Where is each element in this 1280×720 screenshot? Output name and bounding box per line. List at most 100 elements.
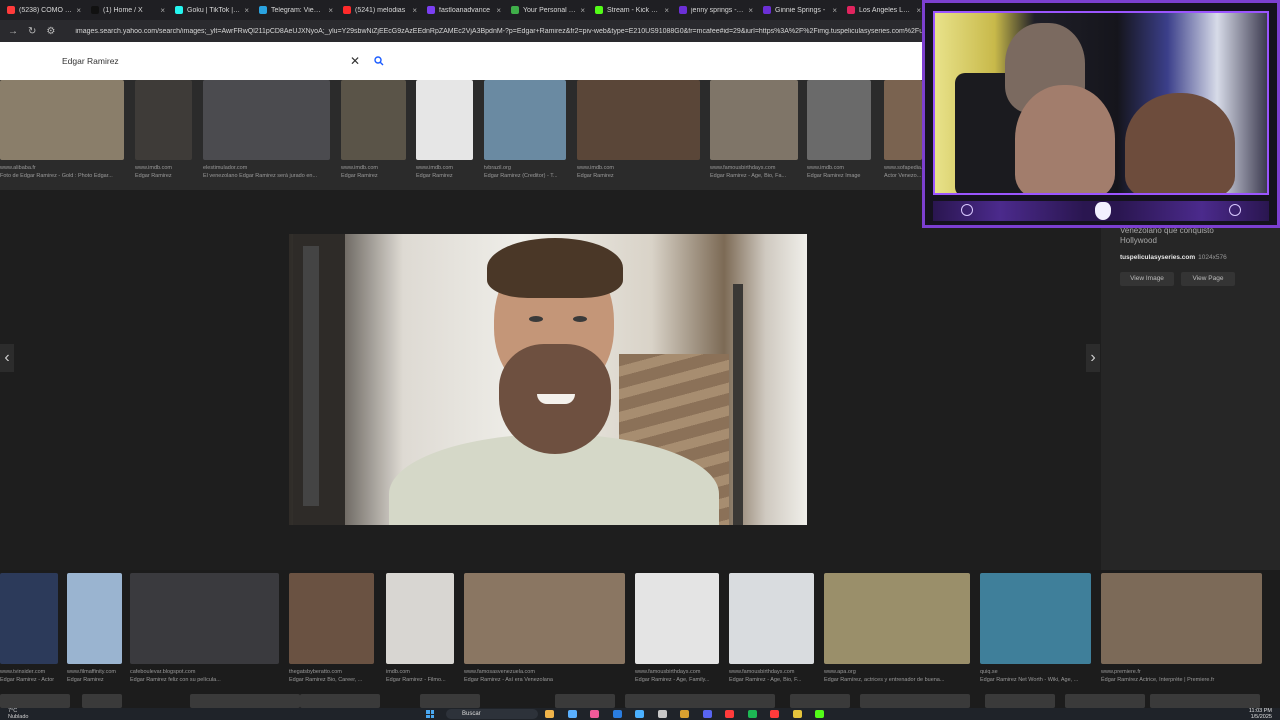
more-image-thumbnail[interactable] <box>190 694 300 708</box>
related-image-thumbnail[interactable] <box>729 573 814 664</box>
more-image-thumbnail[interactable] <box>985 694 1055 708</box>
more-image-thumbnail[interactable] <box>1150 694 1260 708</box>
browser-tab[interactable]: Telegram: View @ × <box>254 1 338 19</box>
related-image-thumbnail[interactable] <box>289 573 374 664</box>
close-tab-icon[interactable]: × <box>916 6 921 15</box>
next-image-button[interactable]: › <box>1086 344 1100 372</box>
more-image-thumbnail[interactable] <box>420 694 480 708</box>
close-tab-icon[interactable]: × <box>76 6 81 15</box>
browser-tab[interactable]: (5241) melodias × <box>338 1 422 19</box>
close-tab-icon[interactable]: × <box>580 6 585 15</box>
url-field[interactable]: images.search.yahoo.com/search/images;_y… <box>65 28 925 35</box>
source-domain[interactable]: tuspeliculasyseries.com <box>1120 254 1195 261</box>
image-result-thumbnail[interactable] <box>577 80 700 160</box>
image-result-thumbnail[interactable] <box>484 80 566 160</box>
forward-arrow-icon[interactable]: → <box>8 26 18 37</box>
taskbar-app-icon[interactable] <box>792 710 802 718</box>
related-image-thumbnail[interactable] <box>0 573 58 664</box>
taskbar-app-icon[interactable] <box>770 710 779 718</box>
related-image-caption[interactable]: www.apa.org Edgar Ramírez, actrices y en… <box>824 668 970 684</box>
taskbar-app-icon[interactable] <box>635 710 644 718</box>
related-image-thumbnail[interactable] <box>386 573 454 664</box>
browser-tab[interactable]: (5238) COMO HA × <box>2 1 86 19</box>
browser-tab[interactable]: jenny springs - Ya × <box>674 1 758 19</box>
image-result-caption[interactable]: elestimulador.com El venezolano Edgar Ra… <box>203 164 340 180</box>
related-image-caption[interactable]: www.famosasvenezuela.com Edgar Ramirez -… <box>464 668 625 684</box>
related-image-thumbnail[interactable] <box>1101 573 1262 664</box>
taskbar-search[interactable]: Buscar <box>446 709 538 719</box>
image-result-caption[interactable]: www.alibaba.fr Foto de Edgar Ramirez - G… <box>0 164 134 180</box>
search-input[interactable]: Edgar Ramirez <box>62 56 350 66</box>
more-image-thumbnail[interactable] <box>82 694 122 708</box>
image-source[interactable]: tuspeliculasyseries.com 1024x576 <box>1120 254 1227 261</box>
close-tab-icon[interactable]: × <box>748 6 753 15</box>
search-box[interactable]: Edgar Ramirez ✕ <box>54 50 384 72</box>
image-result-thumbnail[interactable] <box>710 80 798 160</box>
related-image-caption[interactable]: thegatsbyberatto.com Edgar Ramirez Bio, … <box>289 668 374 684</box>
image-result-thumbnail[interactable] <box>203 80 330 160</box>
image-result-caption[interactable]: www.imdb.com Edgar Ramirez <box>577 164 710 180</box>
taskbar-app-icon[interactable] <box>747 710 757 718</box>
close-tab-icon[interactable]: × <box>160 6 165 15</box>
image-result-caption[interactable]: www.sofapedia.com Actor Venezo... <box>884 164 922 180</box>
taskbar-app-icon[interactable] <box>545 710 554 718</box>
system-clock[interactable]: 11:03 PM 1/5/2025 <box>1249 708 1272 720</box>
close-tab-icon[interactable]: × <box>664 6 669 15</box>
image-result-thumbnail[interactable] <box>341 80 406 160</box>
related-image-caption[interactable]: cafeboulevar.blogspot.com Edgar Ramirez … <box>130 668 279 684</box>
related-image-caption[interactable]: www.famousbirthdays.com Edgar Ramirez - … <box>635 668 719 684</box>
related-image-thumbnail[interactable] <box>67 573 122 664</box>
image-result-thumbnail[interactable] <box>0 80 124 160</box>
image-result-caption[interactable]: www.imdb.com Edgar Ramirez <box>341 164 416 180</box>
taskbar-app-icon[interactable] <box>680 710 689 718</box>
taskbar-app-icon[interactable] <box>612 710 622 718</box>
more-image-thumbnail[interactable] <box>860 694 970 708</box>
close-tab-icon[interactable]: × <box>328 6 333 15</box>
site-info-icon[interactable]: ⚙ <box>46 26 55 37</box>
related-image-thumbnail[interactable] <box>130 573 279 664</box>
browser-tab[interactable]: Los Angeles Lake × <box>842 1 926 19</box>
related-image-caption[interactable]: www.filmaffinity.com Edgar Ramirez <box>67 668 127 684</box>
weather-widget[interactable]: 7°C Nublado <box>8 708 29 720</box>
view-page-button[interactable]: View Page <box>1181 272 1235 286</box>
image-result-caption[interactable]: www.imdb.com Edgar Ramirez Image <box>807 164 881 180</box>
browser-tab[interactable]: fastloanadvance × <box>422 1 506 19</box>
related-image-thumbnail[interactable] <box>980 573 1091 664</box>
previous-image-button[interactable]: ‹ <box>0 344 14 372</box>
image-result-thumbnail[interactable] <box>135 80 192 160</box>
related-image-caption[interactable]: www.famousbirthdays.com Edgar Ramirez - … <box>729 668 814 684</box>
browser-tab[interactable]: Goku | TikTok | Li × <box>170 1 254 19</box>
search-icon[interactable] <box>374 56 384 66</box>
image-result-caption[interactable]: www.imdb.com Edgar Ramirez <box>135 164 202 180</box>
more-image-thumbnail[interactable] <box>300 694 380 708</box>
related-image-caption[interactable]: www.tvinsider.com Edgar Ramirez - Actor <box>0 668 60 684</box>
more-image-thumbnail[interactable] <box>790 694 850 708</box>
close-tab-icon[interactable]: × <box>244 6 249 15</box>
taskbar-app-icon[interactable] <box>657 710 667 718</box>
close-tab-icon[interactable]: × <box>412 6 417 15</box>
more-image-thumbnail[interactable] <box>1065 694 1145 708</box>
clear-search-icon[interactable]: ✕ <box>350 54 360 68</box>
more-image-thumbnail[interactable] <box>625 694 775 708</box>
view-image-button[interactable]: View Image <box>1120 272 1174 286</box>
taskbar-app-icon[interactable] <box>702 710 712 718</box>
reload-icon[interactable]: ↻ <box>28 26 36 37</box>
close-tab-icon[interactable]: × <box>496 6 501 15</box>
windows-start-icon[interactable] <box>426 710 434 718</box>
taskbar-app-icon[interactable] <box>725 710 734 718</box>
taskbar-app-icon[interactable] <box>567 710 577 718</box>
image-result-caption[interactable]: www.imdb.com Edgar Ramirez <box>416 164 483 180</box>
related-image-thumbnail[interactable] <box>635 573 719 664</box>
main-image[interactable] <box>289 234 807 525</box>
taskbar-app-icon[interactable] <box>815 710 824 718</box>
related-image-caption[interactable]: quiq.se Edgar Ramirez Net Worth - Wiki, … <box>980 668 1091 684</box>
related-image-caption[interactable]: www.premiere.fr Édgar Ramírez Actrice, I… <box>1101 668 1262 684</box>
browser-tab[interactable]: Ginnie Springs - × <box>758 1 842 19</box>
related-image-thumbnail[interactable] <box>824 573 970 664</box>
image-result-caption[interactable]: www.famousbirthdays.com Edgar Ramirez - … <box>710 164 808 180</box>
browser-tab[interactable]: Stream - Kick Das × <box>590 1 674 19</box>
related-image-caption[interactable]: imdb.com Edgar Ramirez - Filmo... <box>386 668 454 684</box>
more-image-thumbnail[interactable] <box>555 694 615 708</box>
image-result-thumbnail[interactable] <box>807 80 871 160</box>
image-result-thumbnail[interactable] <box>416 80 473 160</box>
